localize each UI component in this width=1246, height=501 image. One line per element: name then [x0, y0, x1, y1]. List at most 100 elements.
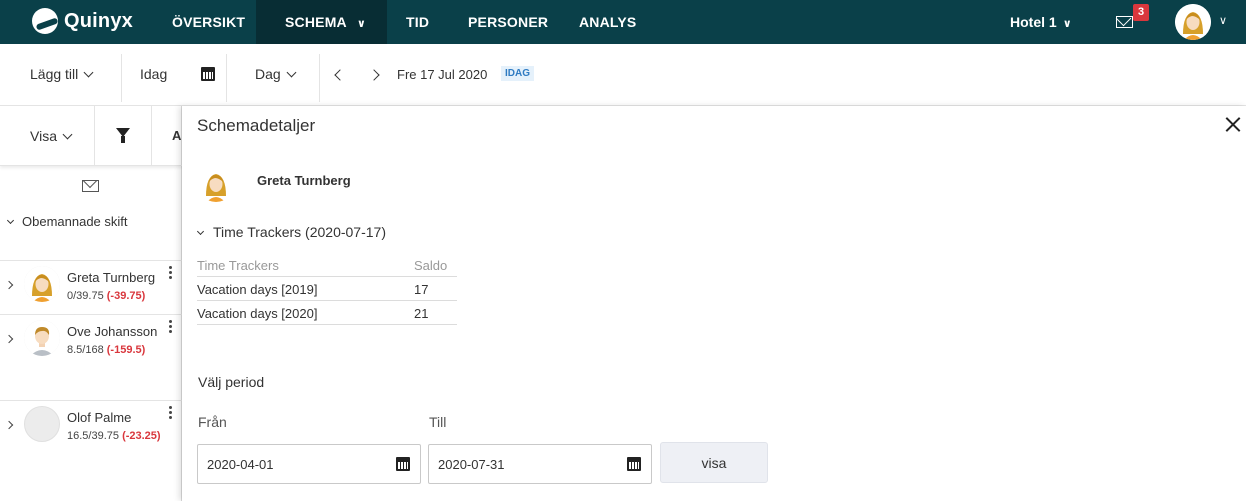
view-mode-dropdown[interactable]: Dag	[255, 66, 297, 82]
sidebar-toolbar: Visa A	[0, 106, 182, 166]
employee-row[interactable]: Olof Palme 16.5/39.75 (-23.25)	[0, 400, 182, 460]
hours-deficit: (-159.5)	[106, 344, 146, 356]
from-date-value: 2020-04-01	[207, 457, 274, 472]
nav-oversikt[interactable]: ÖVERSIKT	[172, 0, 245, 44]
avatar-woman-icon	[1175, 4, 1211, 40]
from-date-field[interactable]: 2020-04-01	[197, 444, 421, 484]
divider	[121, 54, 122, 102]
hours-deficit: (-23.25)	[122, 430, 161, 442]
employee-row[interactable]: Greta Turnberg 0/39.75 (-39.75)	[0, 260, 182, 314]
chevron-down-icon	[83, 67, 94, 78]
previous-date-icon[interactable]	[334, 69, 346, 81]
column-header: Time Trackers	[197, 258, 279, 273]
top-navigation: Quinyx ÖVERSIKT SCHEMA ∨ TID PERSONER ANA…	[0, 0, 1246, 44]
avatar-placeholder	[24, 406, 60, 442]
calendar-icon[interactable]	[627, 457, 641, 471]
mail-icon[interactable]	[82, 180, 99, 192]
employee-hours: 8.5/168 (-159.5)	[67, 344, 145, 356]
divider	[226, 54, 227, 102]
filter-icon[interactable]	[116, 128, 130, 143]
today-badge: IDAG	[501, 66, 534, 81]
time-trackers-toggle[interactable]: Time Trackers (2020-07-17)	[196, 224, 386, 240]
close-icon[interactable]	[1225, 116, 1241, 132]
more-options-icon[interactable]	[169, 266, 172, 281]
employee-hours: 0/39.75 (-39.75)	[67, 290, 145, 302]
quinyx-logo-icon	[32, 8, 58, 34]
employee-row[interactable]: Ove Johansson 8.5/168 (-159.5)	[0, 314, 182, 400]
chevron-right-icon[interactable]	[4, 420, 14, 430]
tracker-name: Vacation days [2020]	[197, 306, 318, 321]
tracker-saldo: 21	[414, 306, 429, 321]
schedule-toolbar: Lägg till Idag Dag Fre 17 Jul 2020 IDAG	[0, 44, 1246, 106]
show-dropdown[interactable]: Visa	[30, 128, 73, 144]
user-avatar[interactable]	[1175, 4, 1211, 40]
avatar	[24, 266, 60, 302]
table-row: Vacation days [2020] 21	[197, 301, 457, 325]
nav-schema-label: SCHEMA	[285, 14, 347, 30]
today-button[interactable]: Idag	[140, 66, 167, 82]
from-label: Från	[198, 414, 227, 430]
unmanned-shifts-toggle[interactable]: Obemannade skift	[6, 214, 128, 229]
unit-selector-label: Hotel 1	[1010, 14, 1057, 30]
chevron-down-icon	[62, 129, 73, 140]
chevron-right-icon[interactable]	[4, 334, 14, 344]
chevron-down-icon: ∨	[1062, 18, 1072, 30]
divider	[319, 54, 320, 102]
employee-hours: 16.5/39.75 (-23.25)	[67, 430, 161, 442]
unmanned-shifts-label: Obemannade skift	[22, 214, 128, 229]
to-date-value: 2020-07-31	[438, 457, 505, 472]
avatar	[24, 320, 60, 356]
employee-name: Olof Palme	[67, 410, 132, 425]
column-header: Saldo	[414, 258, 448, 273]
employee-name: Greta Turnberg	[67, 270, 156, 285]
nav-analys[interactable]: ANALYS	[579, 0, 636, 44]
chevron-right-icon[interactable]	[4, 280, 14, 290]
table-header: Time Trackers Saldo	[197, 253, 457, 277]
nav-personer[interactable]: PERSONER	[468, 0, 548, 44]
employee-name: Greta Turnberg	[257, 173, 351, 188]
chevron-down-icon	[6, 216, 15, 225]
current-date: Fre 17 Jul 2020	[397, 67, 488, 82]
employee-sidebar: Visa A Obemannade skift Greta Turnberg 0…	[0, 106, 182, 501]
chevron-down-icon[interactable]: ∨	[1219, 14, 1227, 27]
nav-tid[interactable]: TID	[406, 0, 429, 44]
show-dropdown-label: Visa	[30, 128, 57, 144]
brand-name: Quinyx	[64, 9, 133, 32]
divider	[151, 106, 152, 166]
more-options-icon[interactable]	[169, 320, 172, 335]
quinyx-logo[interactable]: Quinyx	[32, 8, 133, 34]
calendar-icon[interactable]	[396, 457, 410, 471]
employee-name: Ove Johansson	[67, 324, 158, 339]
to-date-field[interactable]: 2020-07-31	[428, 444, 652, 484]
avatar-woman-icon	[198, 166, 234, 202]
chevron-down-icon	[286, 67, 297, 78]
mail-icon	[1116, 16, 1133, 28]
time-trackers-table: Time Trackers Saldo Vacation days [2019]…	[197, 253, 457, 325]
hours-value: 0/39.75	[67, 290, 104, 302]
chevron-down-icon: ∨	[356, 18, 367, 30]
avatar-woman-icon	[24, 266, 60, 302]
view-mode-label: Dag	[255, 66, 281, 82]
chevron-down-icon	[196, 227, 205, 236]
to-label: Till	[429, 414, 447, 430]
time-trackers-label: Time Trackers (2020-07-17)	[213, 224, 386, 240]
next-date-icon[interactable]	[368, 69, 380, 81]
period-heading: Välj period	[198, 374, 265, 390]
sort-icon[interactable]: A	[172, 128, 181, 143]
avatar-man-icon	[24, 320, 60, 356]
show-button[interactable]: visa	[660, 442, 768, 483]
more-options-icon[interactable]	[169, 406, 172, 421]
panel-title: Schemadetaljer	[197, 116, 316, 135]
notification-badge: 3	[1133, 4, 1149, 21]
hours-deficit: (-39.75)	[106, 290, 146, 302]
tracker-name: Vacation days [2019]	[197, 282, 318, 297]
add-dropdown-label: Lägg till	[30, 66, 79, 82]
add-dropdown[interactable]: Lägg till	[30, 66, 94, 82]
tracker-saldo: 17	[414, 282, 429, 297]
unit-selector[interactable]: Hotel 1 ∨	[1010, 0, 1072, 44]
hours-value: 8.5/168	[67, 344, 104, 356]
calendar-icon[interactable]	[201, 67, 215, 81]
divider	[94, 106, 95, 166]
nav-schema[interactable]: SCHEMA ∨	[256, 0, 387, 44]
hours-value: 16.5/39.75	[67, 430, 119, 442]
